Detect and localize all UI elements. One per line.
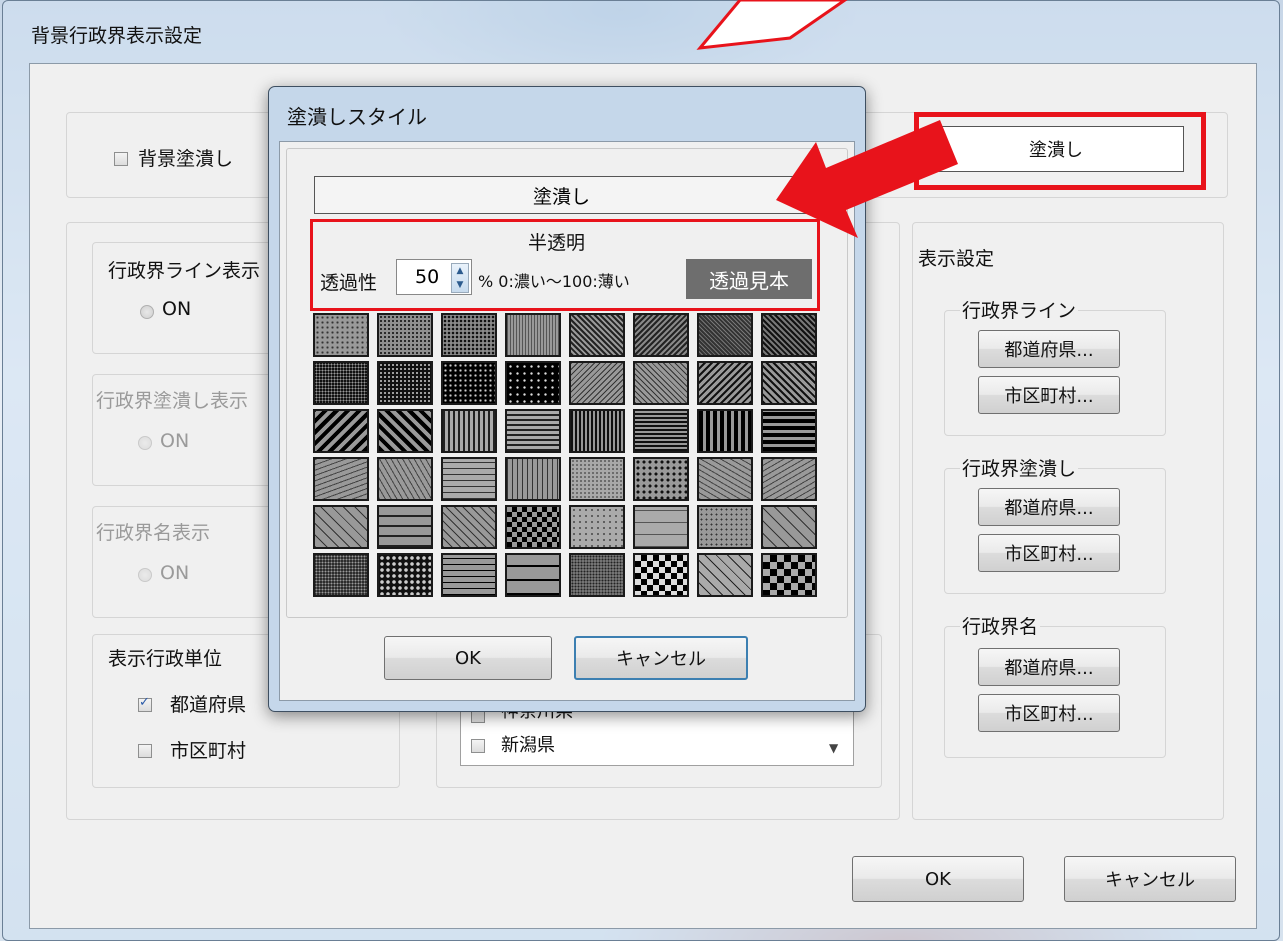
- fill-display-title: 行政界塗潰し表示: [96, 390, 249, 412]
- fill-municipality-button[interactable]: 市区町村...: [978, 534, 1120, 572]
- name-on-label: ON: [160, 562, 190, 584]
- name-municipality-button[interactable]: 市区町村...: [978, 694, 1120, 732]
- pattern-swatch[interactable]: [441, 505, 497, 549]
- pattern-swatch[interactable]: [441, 409, 497, 453]
- pattern-swatch[interactable]: [633, 313, 689, 357]
- pattern-swatch[interactable]: [313, 361, 369, 405]
- pattern-swatch[interactable]: [633, 409, 689, 453]
- name-settings-title: 行政界名: [960, 612, 1041, 639]
- pattern-swatch[interactable]: [697, 409, 753, 453]
- municipality-checkbox[interactable]: [138, 744, 152, 758]
- pattern-swatch[interactable]: [313, 553, 369, 597]
- pattern-swatch[interactable]: [569, 361, 625, 405]
- pattern-swatch[interactable]: [377, 313, 433, 357]
- name-settings-group: [944, 626, 1166, 758]
- pattern-swatch[interactable]: [569, 505, 625, 549]
- pattern-swatch[interactable]: [505, 553, 561, 597]
- fill-on-radio[interactable]: [138, 436, 152, 450]
- pattern-swatch[interactable]: [761, 361, 817, 405]
- pattern-swatch[interactable]: [505, 313, 561, 357]
- dialog-title: 塗潰しスタイル: [287, 105, 427, 129]
- fill-settings-title: 行政界塗潰し: [960, 454, 1079, 481]
- line-prefecture-button[interactable]: 都道府県...: [978, 330, 1120, 368]
- bg-fill-checkbox[interactable]: [114, 152, 128, 166]
- pattern-swatch[interactable]: [633, 553, 689, 597]
- pattern-swatch[interactable]: [633, 361, 689, 405]
- pattern-swatch[interactable]: [313, 505, 369, 549]
- line-municipality-button[interactable]: 市区町村...: [978, 376, 1120, 414]
- pattern-swatch[interactable]: [761, 505, 817, 549]
- transparency-spinner[interactable]: 50 ▲ ▼: [396, 259, 472, 295]
- name-on-radio[interactable]: [138, 568, 152, 582]
- dialog-ok-button[interactable]: OK: [384, 636, 552, 680]
- pattern-swatch[interactable]: [569, 409, 625, 453]
- pattern-swatch[interactable]: [505, 361, 561, 405]
- dialog-fill-button[interactable]: 塗潰し: [314, 176, 809, 214]
- pattern-swatch[interactable]: [569, 313, 625, 357]
- transparency-sample-button[interactable]: 透過見本: [686, 259, 812, 299]
- bg-fill-label: 背景塗潰し: [138, 148, 234, 170]
- pattern-swatch[interactable]: [697, 361, 753, 405]
- cancel-button[interactable]: キャンセル: [1064, 856, 1236, 902]
- pattern-swatch[interactable]: [441, 361, 497, 405]
- fill-settings-group: [944, 468, 1166, 594]
- pattern-swatch[interactable]: [761, 553, 817, 597]
- line-on-radio[interactable]: [140, 305, 154, 319]
- pattern-swatch[interactable]: [377, 553, 433, 597]
- pattern-swatch[interactable]: [697, 505, 753, 549]
- pattern-swatch[interactable]: [441, 457, 497, 501]
- ok-button[interactable]: OK: [852, 856, 1024, 902]
- prefecture-checkbox[interactable]: [138, 695, 152, 712]
- pattern-swatch[interactable]: [377, 457, 433, 501]
- pattern-swatch[interactable]: [505, 457, 561, 501]
- pattern-swatch[interactable]: [761, 313, 817, 357]
- municipality-label: 市区町村: [170, 740, 247, 762]
- pattern-swatch[interactable]: [633, 457, 689, 501]
- pattern-swatch[interactable]: [313, 457, 369, 501]
- scroll-down-icon[interactable]: ▼: [829, 741, 838, 755]
- pattern-swatch[interactable]: [377, 409, 433, 453]
- name-prefecture-button[interactable]: 都道府県...: [978, 648, 1120, 686]
- pattern-swatch[interactable]: [505, 505, 561, 549]
- dialog-cancel-button[interactable]: キャンセル: [574, 636, 748, 680]
- fill-prefecture-button[interactable]: 都道府県...: [978, 488, 1120, 526]
- pattern-swatch[interactable]: [313, 313, 369, 357]
- pattern-swatch[interactable]: [761, 457, 817, 501]
- prefecture-label: 都道府県: [170, 694, 247, 716]
- pattern-swatch[interactable]: [697, 553, 753, 597]
- pattern-swatch[interactable]: [761, 409, 817, 453]
- pattern-swatch[interactable]: [569, 553, 625, 597]
- pattern-swatch[interactable]: [313, 409, 369, 453]
- pattern-swatch[interactable]: [505, 409, 561, 453]
- fill-on-label: ON: [160, 430, 190, 452]
- semi-transparent-label: 半透明: [528, 232, 586, 254]
- pattern-swatch[interactable]: [569, 457, 625, 501]
- pattern-swatch[interactable]: [377, 361, 433, 405]
- window-title: 背景行政界表示設定: [31, 25, 203, 47]
- spinner-arrows-icon[interactable]: ▲ ▼: [451, 263, 469, 293]
- line-settings-group: [944, 310, 1166, 436]
- pattern-swatch[interactable]: [377, 505, 433, 549]
- name-display-title: 行政界名表示: [96, 522, 211, 544]
- unit-title: 表示行政単位: [108, 648, 223, 670]
- fill-style-button[interactable]: 塗潰し: [928, 126, 1184, 172]
- list-checkbox[interactable]: [471, 739, 485, 753]
- display-settings-title: 表示設定: [918, 248, 995, 270]
- pattern-swatch[interactable]: [697, 313, 753, 357]
- line-settings-title: 行政界ライン: [960, 296, 1079, 323]
- transparency-hint: % 0:濃い〜100:薄い: [478, 272, 630, 291]
- transparency-value[interactable]: 50: [415, 266, 439, 288]
- pattern-swatch[interactable]: [697, 457, 753, 501]
- pattern-swatch[interactable]: [633, 505, 689, 549]
- transparency-label: 透過性: [320, 272, 378, 294]
- pattern-swatch[interactable]: [441, 313, 497, 357]
- pattern-swatch[interactable]: [441, 553, 497, 597]
- list-item[interactable]: 新潟県: [501, 731, 555, 757]
- line-display-title: 行政界ライン表示: [108, 260, 261, 282]
- line-on-label: ON: [162, 298, 192, 320]
